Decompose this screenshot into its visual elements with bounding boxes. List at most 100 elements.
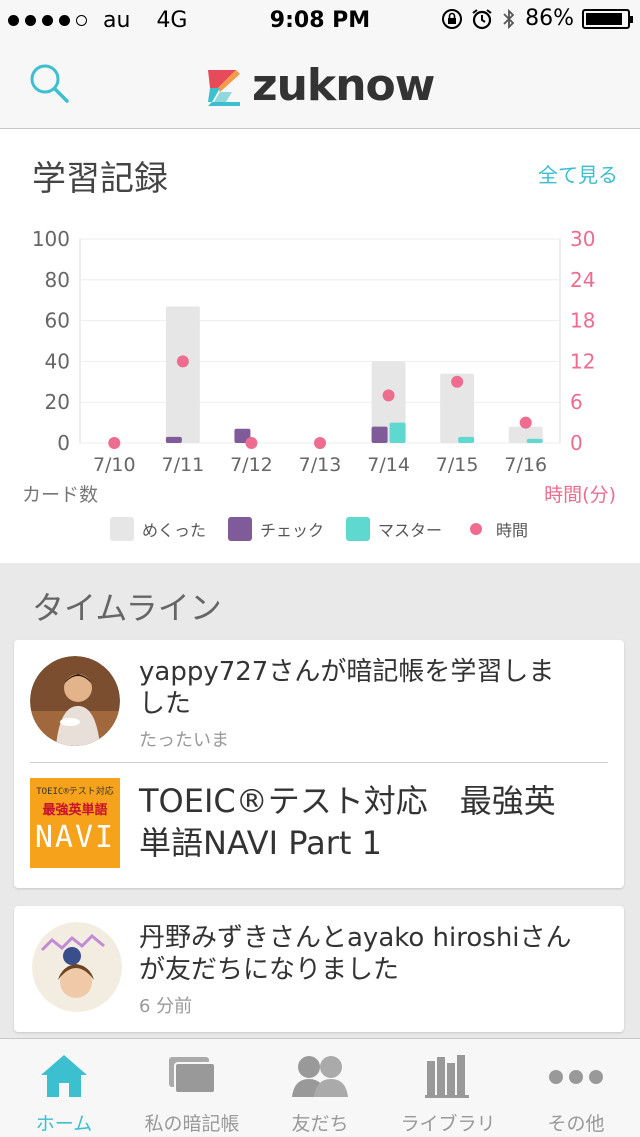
legend-swatch: [470, 523, 483, 535]
learning-record-panel: 学習記録 全て見る 100 30 80 24 60 18 40 12 20 6 0 0 7/10 7/11…: [0, 129, 640, 563]
bar-checked: [371, 426, 388, 443]
legend-item: チェック: [228, 517, 324, 541]
legend-label: めくった: [142, 521, 207, 540]
search-button[interactable]: [28, 62, 72, 106]
tab-label: 私の暗記帳: [144, 1113, 240, 1135]
timeline-title: タイムライン: [32, 589, 222, 627]
book-cover-line: NAVI: [34, 820, 116, 855]
tab-more[interactable]: その他: [512, 1039, 640, 1137]
legend-item: 時間: [464, 517, 528, 541]
tab-label: その他: [547, 1113, 605, 1135]
search-icon: [30, 64, 69, 103]
avatar[interactable]: [30, 656, 120, 746]
time-point: [176, 355, 189, 368]
tab-bar: ホーム 私の暗記帳 友だち ライブラリ その他: [0, 1038, 640, 1137]
x-tick-label: 7/16: [504, 454, 547, 476]
alarm-icon: [472, 8, 492, 29]
y-tick-label: 0: [57, 431, 70, 455]
x-tick-label: 7/12: [230, 454, 273, 476]
y2-tick-label: 24: [570, 268, 595, 292]
time-point: [108, 437, 121, 449]
activity-text-line: が友だちになりました: [139, 955, 400, 985]
bar-checked: [165, 436, 182, 443]
book-cover-line: 最強英単語: [42, 803, 108, 818]
activity-text-line: 丹野みずきさんとayako hiroshiさん: [139, 923, 572, 953]
friends-icon: [292, 1056, 348, 1097]
activity-text: yappy727さんが暗記帳を学習しま した: [139, 656, 609, 720]
logo-text: zuknow: [252, 60, 435, 111]
y-tick-label: 100: [32, 227, 70, 251]
learning-chart: 100 3080 2460 1840 1220 60 07/10 7/11 7/12 7/13 7/…: [22, 227, 616, 506]
legend-swatch: [346, 517, 371, 541]
y-tick-label: 60: [45, 309, 70, 333]
time-point: [314, 437, 326, 449]
x-tick-label: 7/10: [93, 454, 136, 476]
library-icon: [425, 1055, 469, 1098]
x-tick-label: 7/15: [436, 454, 479, 476]
tab-friends[interactable]: 友だち: [256, 1039, 384, 1137]
legend-label: マスター: [378, 521, 443, 540]
y2-tick-label: 0: [570, 431, 583, 455]
time-point: [382, 389, 395, 402]
tab-home[interactable]: ホーム: [0, 1039, 128, 1137]
app-logo: zuknow: [206, 60, 435, 111]
activity-text: 丹野みずきさんとayako hiroshiさん が友だちになりました: [139, 922, 609, 986]
book-cover[interactable]: TOEIC®テスト対応 最強英単語 NAVI: [30, 778, 120, 868]
legend-item: めくった: [110, 517, 206, 541]
status-right: 86%: [441, 6, 633, 31]
bluetooth-icon: [503, 8, 515, 29]
right-axis-caption: 時間(分): [544, 484, 616, 506]
cards-icon: [169, 1057, 216, 1094]
tab-library[interactable]: ライブラリ: [384, 1039, 512, 1137]
plot-frame: [79, 238, 561, 444]
x-tick-label: 7/13: [299, 454, 342, 476]
y2-tick-label: 18: [570, 309, 595, 333]
x-tick-label: 7/11: [162, 454, 205, 476]
status-bar: au 4G 9:08 PM 86%: [0, 0, 640, 40]
divider: [30, 762, 608, 763]
legend-item: マスター: [346, 517, 442, 541]
legend-label: 時間: [496, 521, 529, 540]
timeline-card[interactable]: yappy727さんが暗記帳を学習しま した たったいま TOEIC®テスト対応…: [14, 640, 624, 888]
legend-label: チェック: [260, 521, 325, 540]
legend-swatch: [110, 517, 134, 541]
battery-icon: [582, 8, 633, 29]
tab-label: ライブラリ: [400, 1113, 496, 1135]
rotation-lock-icon: [442, 8, 463, 29]
book-cover-line: TOEIC®テスト対応: [36, 787, 114, 797]
activity-time: たったいま: [139, 730, 229, 751]
y-tick-label: 80: [45, 268, 70, 292]
legend-swatch: [228, 517, 253, 541]
bar-flipped: [165, 306, 200, 443]
activity-text-line: yappy727さんが暗記帳を学習しま: [139, 657, 555, 687]
y2-tick-label: 30: [570, 227, 595, 251]
chart-legend: めくった チェック マスター 時間: [110, 517, 528, 541]
activity-time: 6 分前: [139, 996, 193, 1017]
time-point: [245, 437, 258, 449]
timeline-card[interactable]: 丹野みずきさんとayako hiroshiさん が友だちになりました 6 分前: [14, 906, 624, 1032]
tab-my-cards[interactable]: 私の暗記帳: [128, 1039, 256, 1137]
y2-tick-label: 6: [570, 390, 583, 414]
y-tick-label: 40: [45, 349, 70, 373]
bar-mastered: [526, 438, 543, 443]
nav-bar: zuknow: [0, 40, 640, 129]
bar-mastered: [458, 436, 475, 443]
time-point: [519, 416, 532, 429]
battery-percent: 86%: [525, 6, 574, 31]
tab-label: ホーム: [35, 1113, 93, 1135]
avatar[interactable]: [32, 922, 122, 1012]
bar-mastered: [389, 422, 406, 443]
home-icon: [41, 1055, 87, 1097]
book-title[interactable]: TOEIC®テスト対応 最強英 単語NAVI Part 1: [139, 780, 599, 864]
activity-text-line: した: [139, 689, 192, 719]
y-tick-label: 20: [45, 390, 70, 414]
left-axis-caption: カード数: [22, 484, 98, 506]
more-icon: [549, 1070, 603, 1084]
x-tick-label: 7/14: [367, 454, 410, 476]
book-title-line: TOEIC®テスト対応 最強英: [139, 782, 556, 820]
time-point: [451, 375, 464, 388]
tab-label: 友だち: [291, 1113, 349, 1135]
y2-tick-label: 12: [570, 349, 595, 373]
book-title-line: 単語NAVI Part 1: [139, 824, 382, 862]
zuknow-logo-icon: [208, 69, 240, 106]
